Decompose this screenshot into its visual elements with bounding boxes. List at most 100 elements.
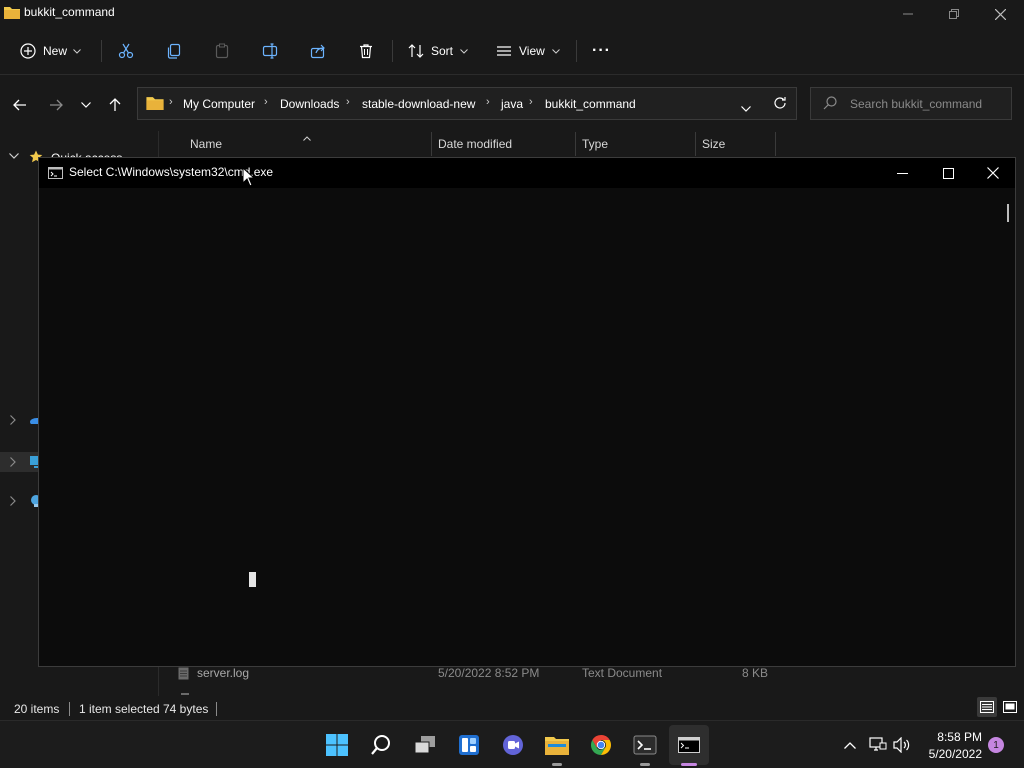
notification-badge[interactable]: 1 — [988, 737, 1004, 753]
rename-button[interactable] — [262, 28, 278, 74]
chevron-right-icon: › — [169, 96, 173, 108]
view-list-icon — [496, 45, 512, 57]
breadcrumb-java[interactable]: java — [501, 97, 523, 111]
folder-icon — [146, 95, 164, 113]
next-file-row-partial — [181, 693, 189, 695]
cmd-scrollbar[interactable] — [1000, 188, 1015, 666]
running-indicator — [640, 763, 650, 766]
details-view-icon — [980, 701, 994, 713]
chevron-down-icon — [9, 153, 19, 159]
back-button[interactable] — [8, 93, 32, 117]
view-label: View — [519, 44, 545, 58]
close-button[interactable] — [977, 0, 1023, 28]
new-label: New — [43, 44, 68, 58]
address-dropdown-button[interactable] — [741, 101, 751, 115]
large-icons-view-button[interactable] — [1000, 697, 1020, 717]
file-type: Text Document — [582, 666, 663, 680]
cmd-scrollbar-thumb[interactable] — [1007, 204, 1009, 222]
search-icon — [823, 96, 837, 113]
more-options-button[interactable]: ··· — [592, 28, 611, 74]
explorer-title-bar: bukkit_command — [0, 0, 1024, 28]
chevron-right-icon[interactable] — [10, 415, 16, 428]
up-button[interactable] — [103, 93, 127, 117]
file-explorer-icon — [545, 737, 569, 755]
task-view-icon — [414, 736, 435, 754]
rename-icon — [262, 43, 278, 59]
breadcrumb-downloads[interactable]: Downloads — [280, 97, 339, 111]
mouse-pointer-icon — [242, 166, 256, 190]
share-button[interactable] — [310, 28, 326, 74]
maximize-icon — [942, 167, 954, 179]
view-button[interactable]: View — [496, 28, 560, 74]
network-icon — [29, 494, 38, 508]
show-hidden-icons-button[interactable] — [842, 737, 858, 753]
cut-button[interactable] — [118, 28, 134, 74]
restore-button[interactable] — [931, 0, 977, 28]
paste-icon — [214, 43, 230, 59]
new-button[interactable]: New — [20, 28, 81, 74]
column-header-type[interactable]: Type — [582, 137, 608, 151]
taskbar-terminal[interactable] — [625, 725, 665, 765]
chevron-down-icon — [551, 48, 560, 54]
task-view-button[interactable] — [405, 725, 445, 765]
widgets-button[interactable] — [449, 725, 489, 765]
forward-button[interactable] — [44, 93, 68, 117]
column-header-name[interactable]: Name — [190, 137, 222, 151]
delete-button[interactable] — [358, 28, 374, 74]
search-icon — [371, 735, 390, 755]
paste-button[interactable] — [214, 28, 230, 74]
cmd-window[interactable]: Select C:\Windows\system32\cmd.exe — [38, 157, 1016, 667]
chevron-right-icon[interactable] — [10, 496, 16, 509]
running-indicator — [552, 763, 562, 766]
address-bar[interactable]: › My Computer › Downloads › stable-downl… — [137, 87, 797, 120]
start-button[interactable] — [317, 725, 357, 765]
selection-size: 74 bytes — [163, 702, 209, 716]
chevron-down-icon — [741, 106, 751, 112]
chevron-right-icon: › — [529, 96, 533, 108]
minimize-icon — [896, 172, 908, 174]
cmd-title-bar[interactable]: Select C:\Windows\system32\cmd.exe — [39, 158, 1015, 188]
trash-icon — [358, 43, 374, 59]
chevron-right-icon[interactable] — [10, 457, 16, 470]
breadcrumb-my-computer[interactable]: My Computer — [183, 97, 255, 111]
refresh-button[interactable] — [773, 96, 787, 113]
minimize-button[interactable] — [885, 0, 931, 28]
chat-icon — [503, 735, 523, 755]
taskbar-cmd[interactable] — [669, 725, 709, 765]
search-box[interactable]: Search bukkit_command — [810, 87, 1012, 120]
scissors-icon — [118, 43, 134, 59]
chevron-right-icon: › — [486, 96, 490, 108]
breadcrumb-stable-download-new[interactable]: stable-download-new — [362, 97, 475, 111]
chevron-down-icon — [81, 102, 91, 108]
column-header-date-modified[interactable]: Date modified — [438, 137, 512, 151]
expand-quick-access-button[interactable] — [9, 150, 19, 162]
taskbar-search-button[interactable] — [361, 725, 401, 765]
taskbar-file-explorer[interactable] — [537, 725, 577, 765]
chevron-down-icon — [460, 48, 468, 54]
copy-button[interactable] — [166, 28, 182, 74]
explorer-toolbar: New Sort View ··· — [0, 28, 1024, 75]
share-icon — [310, 43, 326, 59]
chevron-up-icon — [844, 741, 856, 749]
file-row-server-log[interactable]: server.log — [178, 666, 249, 680]
cmd-close-button[interactable] — [970, 158, 1016, 188]
cmd-maximize-button[interactable] — [925, 158, 971, 188]
network-status-button[interactable] — [868, 736, 888, 754]
active-indicator — [681, 763, 697, 766]
clock-time[interactable]: 8:58 PM — [920, 730, 982, 744]
volume-button[interactable] — [892, 736, 912, 754]
selection-count: 1 item selected — [79, 702, 160, 716]
cmd-minimize-button[interactable] — [879, 158, 925, 188]
this-pc-icon — [29, 455, 38, 469]
taskbar-chrome[interactable] — [581, 725, 621, 765]
breadcrumb-bukkit-command[interactable]: bukkit_command — [545, 97, 636, 111]
sort-button[interactable]: Sort — [408, 28, 468, 74]
status-bar: 20 items 1 item selected 74 bytes — [0, 696, 1024, 722]
chevron-right-icon: › — [346, 96, 350, 108]
clock-date[interactable]: 5/20/2022 — [920, 747, 982, 761]
chat-button[interactable] — [493, 725, 533, 765]
widgets-icon — [459, 735, 479, 755]
details-view-button[interactable] — [977, 697, 997, 717]
recent-locations-button[interactable] — [74, 93, 98, 117]
column-header-size[interactable]: Size — [702, 137, 725, 151]
